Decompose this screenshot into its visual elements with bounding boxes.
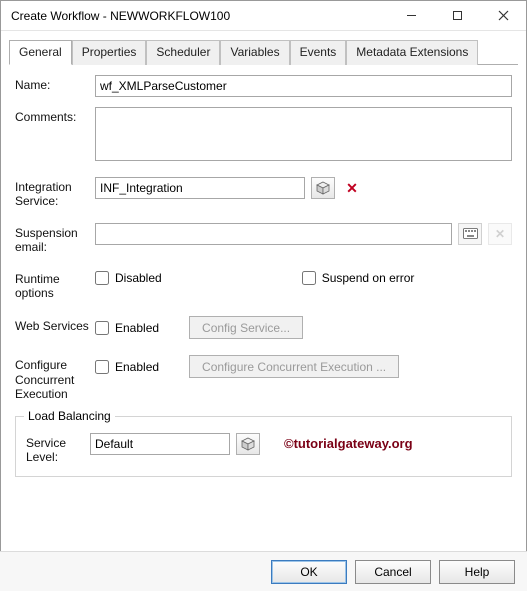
general-panel: Name: Comments: Integration Service: ✕ S… [1,65,526,483]
title-bar: Create Workflow - NEWWORKFLOW100 [1,1,526,31]
watermark-text: ©tutorialgateway.org [284,436,413,451]
concurrent-label: Configure Concurrent Execution [15,355,95,401]
browse-integration-button[interactable] [311,177,335,199]
help-button[interactable]: Help [439,560,515,584]
name-label: Name: [15,75,95,92]
web-enabled-checkbox[interactable]: Enabled [95,321,159,335]
cancel-button[interactable]: Cancel [355,560,431,584]
load-balancing-legend: Load Balancing [24,409,115,423]
disabled-checkbox-label: Disabled [115,271,162,285]
runtime-label: Runtime options [15,269,95,301]
comments-label: Comments: [15,107,95,124]
concurrent-enabled-checkbox[interactable]: Enabled [95,360,159,374]
load-balancing-group: Load Balancing Service Level: ©tutorialg… [15,416,512,478]
x-icon: ✕ [495,227,505,241]
clear-suspension-button: ✕ [488,223,512,245]
keyboard-button[interactable] [458,223,482,245]
integration-label: Integration Service: [15,177,95,209]
tab-strip: General Properties Scheduler Variables E… [9,39,518,65]
configure-concurrent-button: Configure Concurrent Execution ... [189,355,399,378]
tab-metadata[interactable]: Metadata Extensions [346,40,478,65]
x-icon: ✕ [346,180,358,196]
comments-textarea[interactable] [95,107,512,161]
suspend-on-error-checkbox[interactable]: Suspend on error [302,271,415,285]
integration-service-input[interactable] [95,177,305,199]
close-button[interactable] [480,1,526,31]
config-service-button: Config Service... [189,316,303,339]
window-title: Create Workflow - NEWWORKFLOW100 [11,9,388,23]
tab-scheduler[interactable]: Scheduler [146,40,220,65]
suspension-email-input[interactable] [95,223,452,245]
web-enabled-label: Enabled [115,321,159,335]
suspend-checkbox-label: Suspend on error [322,271,415,285]
clear-integration-button[interactable]: ✕ [341,181,363,196]
suspension-label: Suspension email: [15,223,95,255]
tab-events[interactable]: Events [290,40,347,65]
browse-service-level-button[interactable] [236,433,260,455]
tab-variables[interactable]: Variables [220,40,289,65]
maximize-button[interactable] [434,1,480,31]
dialog-footer: OK Cancel Help [0,551,527,591]
tab-properties[interactable]: Properties [72,40,147,65]
minimize-button[interactable] [388,1,434,31]
name-input[interactable] [95,75,512,97]
web-services-label: Web Services [15,316,95,333]
disabled-checkbox[interactable]: Disabled [95,271,162,285]
tab-general[interactable]: General [9,40,72,65]
service-level-input[interactable] [90,433,230,455]
concurrent-enabled-label: Enabled [115,360,159,374]
service-level-label: Service Level: [26,433,90,465]
ok-button[interactable]: OK [271,560,347,584]
